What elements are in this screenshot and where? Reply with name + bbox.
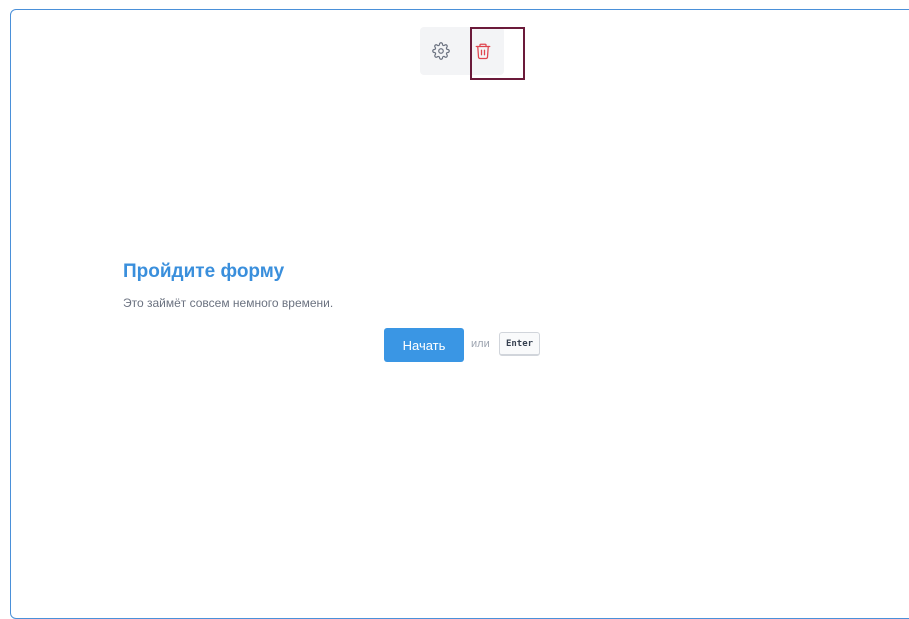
- block-toolbar: [420, 27, 504, 75]
- or-label: или: [471, 338, 490, 350]
- delete-button[interactable]: [462, 27, 504, 75]
- form-canvas: [10, 9, 909, 619]
- settings-button[interactable]: [420, 27, 462, 75]
- gear-icon: [432, 42, 450, 60]
- enter-key-hint: Enter: [499, 332, 540, 356]
- trash-icon: [475, 43, 491, 60]
- start-button[interactable]: Начать: [384, 328, 464, 362]
- form-title: Пройдите форму: [123, 261, 285, 282]
- form-subtitle: Это займёт совсем немного времени.: [123, 296, 334, 310]
